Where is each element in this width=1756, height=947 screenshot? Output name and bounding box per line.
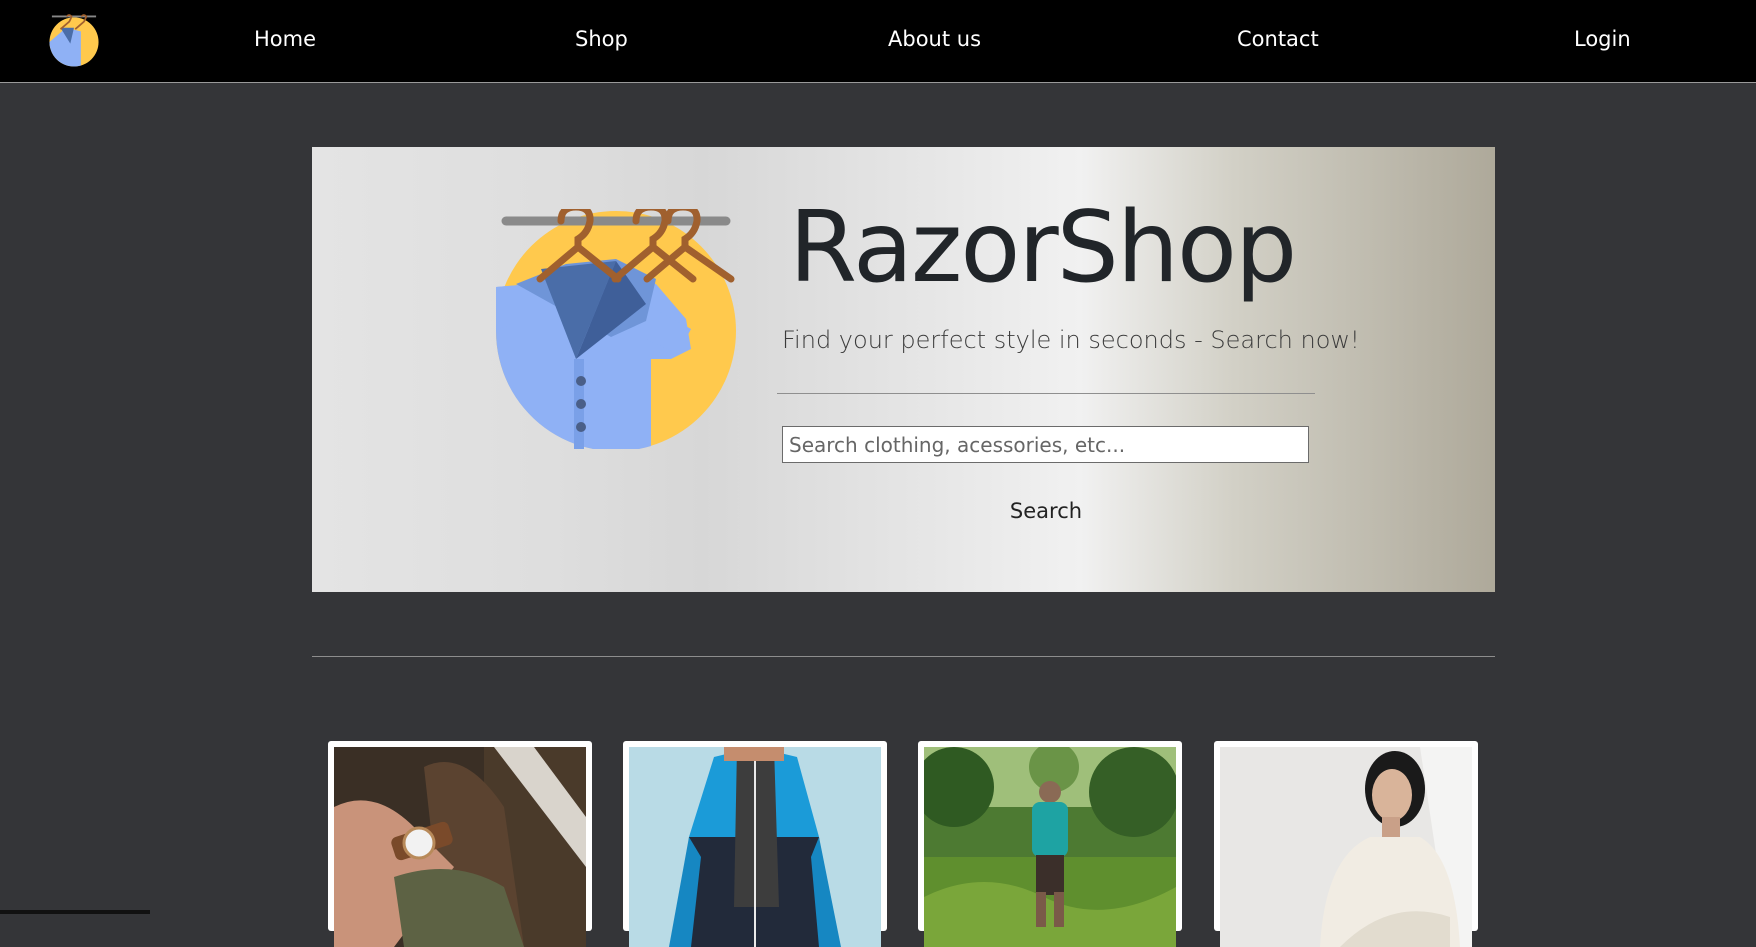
product-card[interactable] <box>918 741 1182 947</box>
product-card[interactable] <box>623 741 887 947</box>
wristwatch-photo[interactable] <box>334 747 586 947</box>
jungle-hiker-photo[interactable] <box>924 747 1176 947</box>
horizontal-scrollbar[interactable] <box>0 910 150 914</box>
navbar: Home Shop About us Contact Login <box>0 0 1756 83</box>
hero-banner: RazorShop Find your perfect style in sec… <box>312 147 1495 592</box>
hero-divider <box>777 393 1315 394</box>
hero-subtitle: Find your perfect style in seconds - Sea… <box>782 326 1360 354</box>
product-card[interactable] <box>328 741 592 947</box>
product-card[interactable] <box>1214 741 1478 947</box>
section-divider <box>312 656 1495 657</box>
nav-home[interactable]: Home <box>254 27 316 51</box>
shop-logo-icon[interactable] <box>47 13 101 67</box>
nav-contact[interactable]: Contact <box>1237 27 1319 51</box>
blue-jacket-photo[interactable] <box>629 747 881 947</box>
hero-title: RazorShop <box>789 191 1297 305</box>
clothing-rack-logo-icon <box>496 209 736 449</box>
search-input[interactable] <box>782 426 1309 463</box>
search-button[interactable]: Search <box>976 494 1116 528</box>
nav-login[interactable]: Login <box>1574 27 1631 51</box>
nav-about[interactable]: About us <box>888 27 981 51</box>
nav-shop[interactable]: Shop <box>575 27 628 51</box>
white-sweater-photo[interactable] <box>1220 747 1472 947</box>
